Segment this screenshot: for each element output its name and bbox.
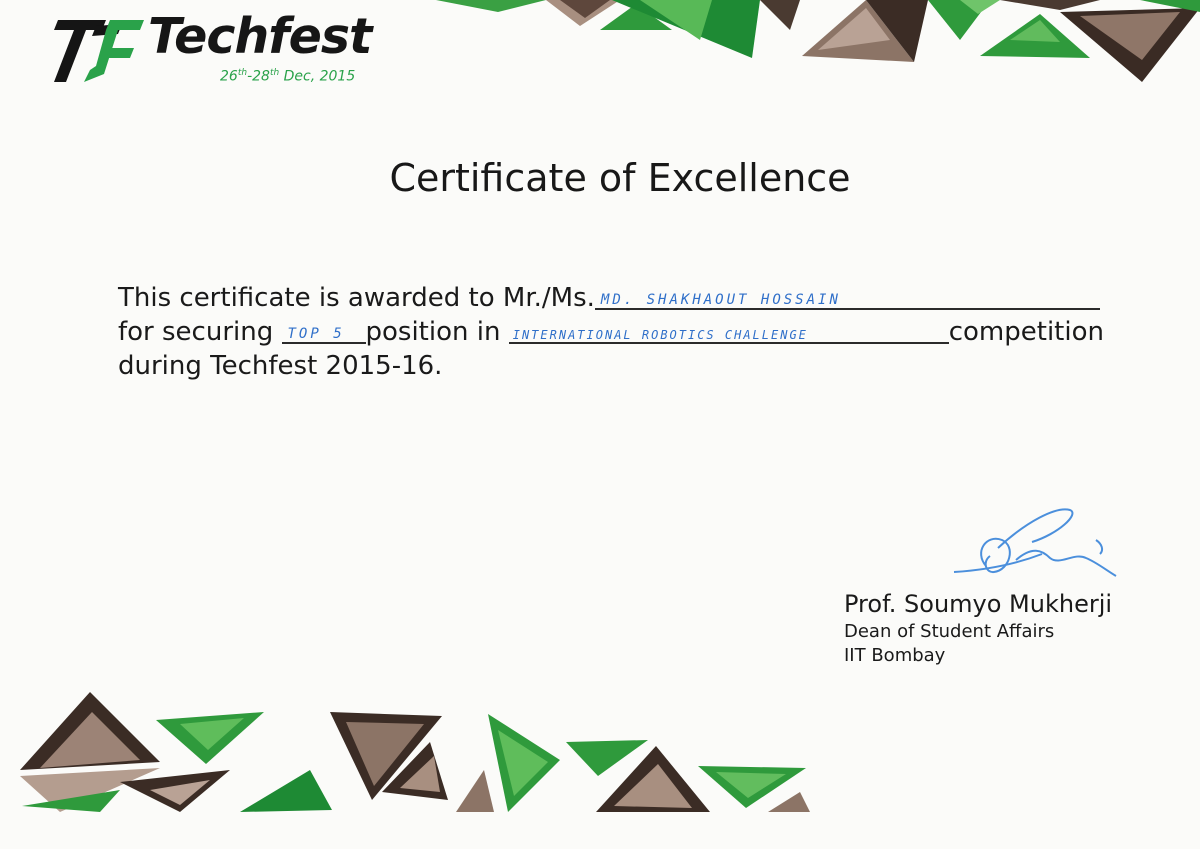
techfest-logo: Techfest 26th-28th Dec, 2015 xyxy=(44,8,394,88)
certificate-title: Certificate of Excellence xyxy=(389,156,851,200)
signatory-block: Prof. Soumyo Mukherji Dean of Student Af… xyxy=(844,588,1112,668)
triangle-decoration xyxy=(20,0,1200,812)
event-dates: 26th-28th Dec, 2015 xyxy=(220,68,356,85)
competition-suffix: competition xyxy=(948,317,1104,347)
position-field: TOP 5 xyxy=(281,316,366,344)
logo-brand-name: Techfest xyxy=(148,8,372,65)
achievement-line: for securing TOP 5 position in INTERNATIO… xyxy=(118,314,1104,350)
tf-logo-mark-icon xyxy=(54,20,144,82)
competition-field: INTERNATIONAL ROBOTICS CHALLENGE xyxy=(508,316,949,344)
handwritten-signature xyxy=(953,508,1117,577)
recipient-name: MD. SHAKHAOUT HOSSAIN xyxy=(600,292,841,308)
award-prefix: This certificate is awarded to Mr./Ms. xyxy=(118,283,595,313)
top-triangles xyxy=(436,0,1200,82)
signatory-role: Dean of Student Affairs xyxy=(844,621,1055,642)
signatory-organization: IIT Bombay xyxy=(844,645,946,666)
bottom-triangles xyxy=(20,692,810,812)
position-value: TOP 5 xyxy=(287,326,345,342)
position-in-text: position in xyxy=(365,317,501,347)
competition-name: INTERNATIONAL ROBOTICS CHALLENGE xyxy=(512,328,808,342)
securing-prefix: for securing xyxy=(118,317,274,347)
certificate-page: Techfest 26th-28th Dec, 2015 Certificate… xyxy=(0,0,1200,849)
event-line: during Techfest 2015-16. xyxy=(118,351,443,381)
signatory-name: Prof. Soumyo Mukherji xyxy=(844,590,1113,618)
award-line: This certificate is awarded to Mr./Ms. MD… xyxy=(118,280,1100,316)
recipient-name-field: MD. SHAKHAOUT HOSSAIN xyxy=(594,282,1100,310)
